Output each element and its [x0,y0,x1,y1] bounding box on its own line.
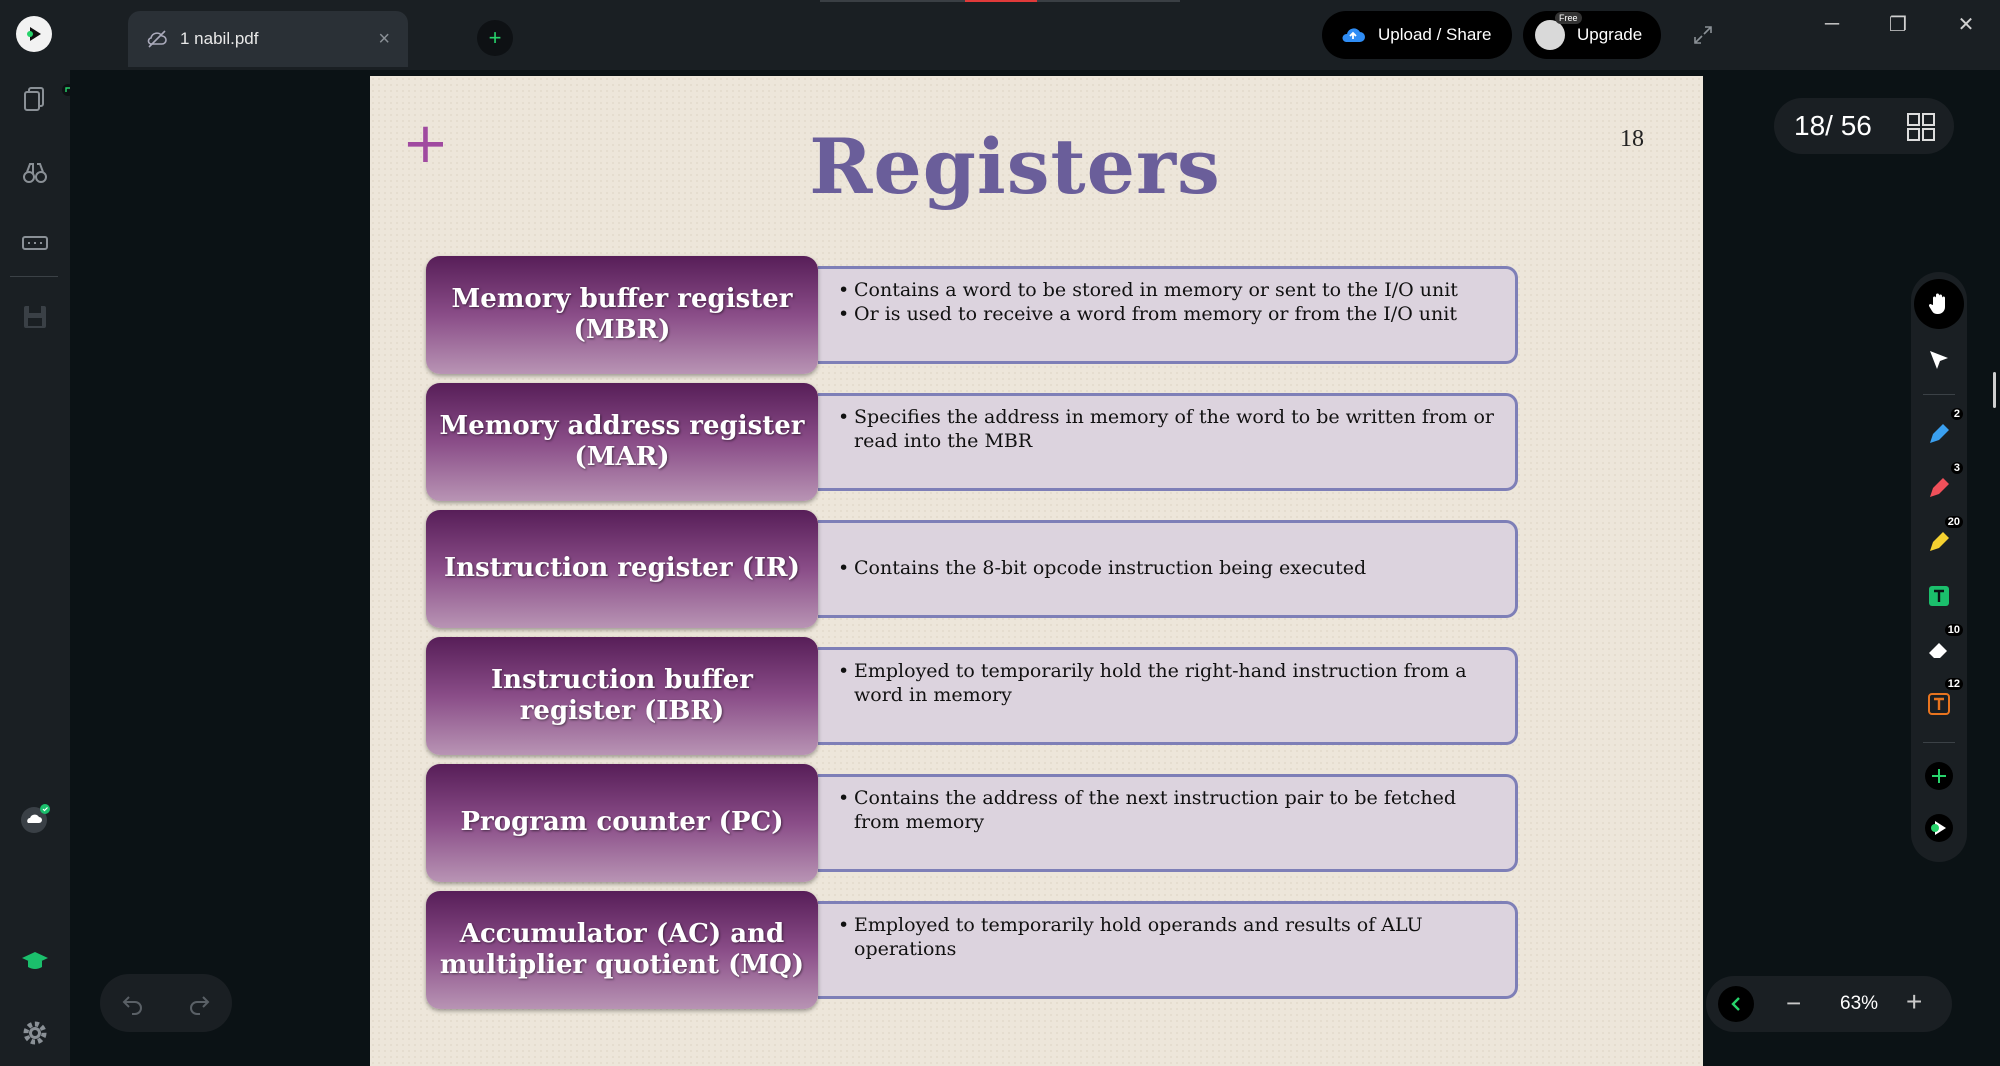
slide-title: Registers [809,122,1221,211]
slide-page-number: 18 [1620,126,1644,152]
zoom-in-button[interactable]: + [1906,986,1922,1018]
undo-icon[interactable] [120,990,146,1016]
zoom-out-button[interactable]: − [1786,988,1801,1019]
register-row: Memory buffer register (MBR) Contains a … [426,256,1526,374]
loading-strip [820,0,1180,2]
tool-count-badge: 12 [1944,678,1963,690]
undo-redo-controls [100,974,232,1032]
eraser-icon [1929,643,1947,658]
pen-red-button[interactable]: 3 [1919,462,1963,508]
vertical-scrollbar[interactable] [1993,372,1996,408]
new-tab-button[interactable]: + [477,20,513,56]
register-row: Memory address register (MAR) Specifies … [426,383,1526,501]
hand-tool-button[interactable] [1914,279,1964,329]
register-name: Instruction buffer register (IBR) [426,637,818,755]
register-description: Contains the 8-bit opcode instruction be… [818,520,1518,618]
settings-gear-icon[interactable] [20,1018,50,1048]
collapse-button[interactable] [1718,986,1754,1022]
upload-share-button[interactable]: Upload / Share [1322,11,1512,59]
text-tool-button[interactable] [1919,576,1959,616]
register-name: Memory buffer register (MBR) [426,256,818,374]
tool-count-badge: 10 [1944,624,1963,636]
tab-document[interactable]: 1 nabil.pdf × [128,11,408,67]
learn-cap-icon[interactable] [20,946,50,976]
plus-icon [1925,762,1953,790]
toolbar-divider [1923,742,1955,743]
fullscreen-icon[interactable] [1692,24,1714,46]
register-name: Instruction register (IR) [426,510,818,628]
restore-window-button[interactable]: ❐ [1878,10,1918,38]
minimize-window-button[interactable]: ─ [1812,10,1852,38]
chevron-left-icon [1731,997,1740,1011]
description-item: Or is used to receive a word from memory… [838,303,1497,327]
close-window-button[interactable]: ✕ [1946,10,1986,38]
pen-blue-icon [1930,424,1949,443]
title-bar: 1 nabil.pdf × + Upload / Share Free Upgr… [0,0,2000,70]
register-row: Instruction buffer register (IBR) Employ… [426,637,1526,755]
text-box-button[interactable]: 12 [1919,678,1963,724]
cursor-icon [1930,351,1948,369]
register-name: Memory address register (MAR) [426,383,818,501]
upgrade-label: Upgrade [1577,25,1643,44]
zoom-controls: − 63% + [1706,976,1952,1032]
pen-red-icon [1930,478,1949,497]
grid-view-icon[interactable] [1906,112,1936,142]
app-shortcut-button[interactable] [1919,808,1959,848]
page-counter-text: 18/ 56 [1794,110,1872,141]
register-row: Program counter (PC) Contains the addres… [426,764,1526,882]
select-tool-button[interactable] [1919,340,1959,380]
cloud-off-icon [147,30,167,48]
text-icon [1929,586,1949,606]
left-sidebar [0,70,74,1066]
tool-count-badge: 2 [1950,408,1963,420]
redo-icon[interactable] [186,990,212,1016]
pages-icon[interactable] [20,84,50,114]
search-binoculars-icon[interactable] [20,158,50,188]
cloud-upload-icon [1342,28,1365,42]
description-item: Specifies the address in memory of the w… [838,406,1497,454]
register-row: Accumulator (AC) and multiplier quotient… [426,891,1526,1009]
hand-icon [1928,293,1945,314]
logo-icon [1925,814,1953,842]
upload-share-label: Upload / Share [1378,25,1492,44]
eraser-button[interactable]: 10 [1919,624,1963,670]
description-item: Contains the 8-bit opcode instruction be… [838,557,1366,581]
register-description: Contains a word to be stored in memory o… [818,266,1518,364]
form-field-icon[interactable] [20,228,50,258]
pdf-page[interactable]: + Registers 18 Memory buffer register (M… [370,76,1703,1066]
register-name: Program counter (PC) [426,764,818,882]
close-tab-icon[interactable]: × [378,28,390,51]
register-description: Employed to temporarily hold operands an… [818,901,1518,999]
register-description: Contains the address of the next instruc… [818,774,1518,872]
app-logo-icon[interactable] [16,16,52,52]
add-tool-button[interactable] [1919,756,1959,796]
toolbar-divider [1923,394,1955,395]
description-item: Employed to temporarily hold the right-h… [838,660,1497,708]
tab-title: 1 nabil.pdf [180,29,259,48]
register-row: Instruction register (IR) Contains the 8… [426,510,1526,628]
free-badge: Free [1555,12,1582,24]
tool-count-badge: 20 [1944,516,1963,528]
pen-blue-button[interactable]: 2 [1919,408,1963,454]
description-item: Contains the address of the next instruc… [838,787,1497,835]
register-description: Specifies the address in memory of the w… [818,393,1518,491]
sidebar-divider [10,276,58,277]
zoom-level: 63% [1840,993,1879,1014]
page-counter[interactable]: 18/ 56 [1774,98,1954,154]
upgrade-button[interactable]: Free Upgrade [1523,11,1661,59]
description-item: Employed to temporarily hold operands an… [838,914,1497,962]
register-description: Employed to temporarily hold the right-h… [818,647,1518,745]
annotation-toolbar: 2 3 20 10 12 [1911,272,1967,862]
text-box-icon [1928,693,1950,715]
highlighter-icon [1930,532,1949,551]
cloud-sync-icon[interactable] [20,804,50,834]
save-icon[interactable] [20,302,50,332]
tool-count-badge: 3 [1950,462,1963,474]
register-name: Accumulator (AC) and multiplier quotient… [426,891,818,1009]
avatar: Free [1535,12,1582,50]
highlighter-button[interactable]: 20 [1919,516,1963,562]
description-item: Contains a word to be stored in memory o… [838,279,1497,303]
